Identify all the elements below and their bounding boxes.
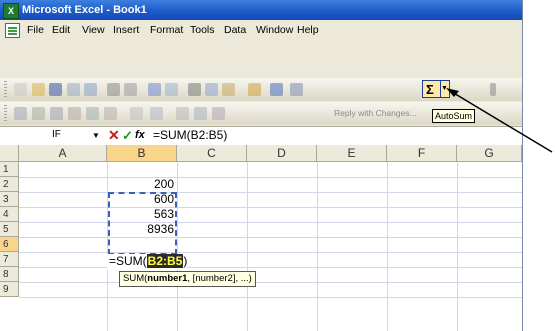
arrow-line — [451, 91, 553, 153]
callout-arrow — [446, 88, 553, 153]
